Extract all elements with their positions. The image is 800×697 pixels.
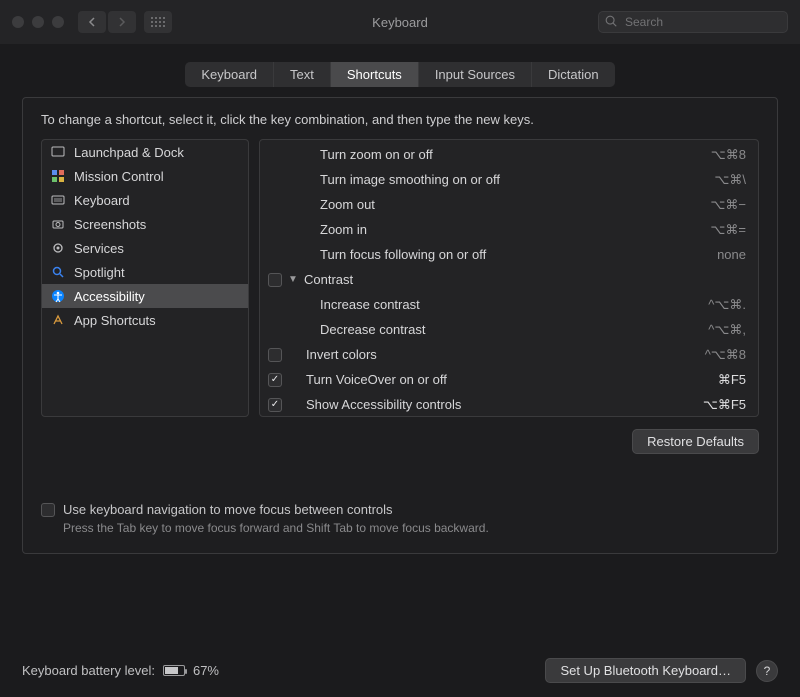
sidebar-item-label: Launchpad & Dock (74, 145, 184, 160)
shortcut-keys: none (717, 247, 746, 262)
keyboard-nav-label: Use keyboard navigation to move focus be… (63, 502, 393, 517)
traffic-lights (12, 16, 64, 28)
shortcut-row[interactable]: Turn zoom on or off⌥⌘8 (260, 142, 758, 167)
shortcut-label: Zoom out (316, 197, 710, 212)
search-icon (604, 14, 618, 28)
shortcut-keys: ⌥⌘− (710, 197, 746, 213)
setup-bluetooth-button[interactable]: Set Up Bluetooth Keyboard… (545, 658, 746, 683)
shortcut-checkbox[interactable] (268, 273, 282, 287)
screenshot-icon (50, 216, 66, 232)
shortcut-label: Zoom in (316, 222, 710, 237)
shortcut-row[interactable]: Turn VoiceOver on or off⌘F5 (260, 367, 758, 392)
tab-keyboard[interactable]: Keyboard (185, 62, 274, 87)
shortcut-keys: ⌥⌘= (710, 222, 746, 238)
shortcut-list[interactable]: Turn zoom on or off⌥⌘8Turn image smoothi… (259, 139, 759, 417)
shortcut-label: Show Accessibility controls (302, 397, 703, 412)
sidebar-item-app-shortcuts[interactable]: App Shortcuts (42, 308, 248, 332)
tab-input-sources[interactable]: Input Sources (419, 62, 532, 87)
battery-status: Keyboard battery level: 67% (22, 663, 219, 678)
shortcut-label: Turn image smoothing on or off (316, 172, 714, 187)
restore-defaults-button[interactable]: Restore Defaults (632, 429, 759, 454)
shortcut-label: Turn zoom on or off (316, 147, 711, 162)
shortcut-row[interactable]: Zoom in⌥⌘= (260, 217, 758, 242)
sidebar-item-spotlight[interactable]: Spotlight (42, 260, 248, 284)
sidebar-item-label: Accessibility (74, 289, 145, 304)
disclosure-triangle-icon[interactable]: ▼ (288, 274, 298, 285)
launchpad-icon (50, 144, 66, 160)
shortcut-label: Contrast (300, 272, 746, 287)
window-titlebar: Keyboard (0, 0, 800, 44)
shortcuts-pane: To change a shortcut, select it, click t… (22, 97, 778, 554)
shortcut-row[interactable]: Turn focus following on or offnone (260, 242, 758, 267)
shortcut-checkbox[interactable] (268, 348, 282, 362)
forward-button[interactable] (108, 11, 136, 33)
sidebar-item-label: Services (74, 241, 124, 256)
sidebar-item-keyboard[interactable]: Keyboard (42, 188, 248, 212)
sidebar-item-label: Spotlight (74, 265, 125, 280)
sidebar-item-label: App Shortcuts (74, 313, 156, 328)
tab-dictation[interactable]: Dictation (532, 62, 615, 87)
shortcut-keys: ⌥⌘F5 (703, 397, 746, 413)
keyboard-icon (50, 192, 66, 208)
shortcut-keys: ^⌥⌘8 (705, 347, 746, 363)
accessibility-icon (50, 288, 66, 304)
shortcut-checkbox[interactable] (268, 398, 282, 412)
shortcut-row[interactable]: Show Accessibility controls⌥⌘F5 (260, 392, 758, 417)
shortcut-keys: ⌥⌘8 (711, 147, 746, 163)
shortcut-row[interactable]: Increase contrast^⌥⌘. (260, 292, 758, 317)
category-sidebar[interactable]: Launchpad & Dock Mission Control Keyboard S… (41, 139, 249, 417)
shortcut-row[interactable]: Decrease contrast^⌥⌘, (260, 317, 758, 342)
shortcut-keys: ^⌥⌘, (708, 322, 746, 338)
app-icon (50, 312, 66, 328)
shortcut-keys: ^⌥⌘. (708, 297, 746, 313)
keyboard-nav-section: Use keyboard navigation to move focus be… (41, 502, 759, 535)
footer: Keyboard battery level: 67% Set Up Bluet… (0, 648, 800, 697)
shortcut-label: Turn focus following on or off (316, 247, 717, 262)
nav-buttons (78, 11, 136, 33)
battery-label: Keyboard battery level: (22, 663, 155, 678)
shortcut-label: Decrease contrast (316, 322, 708, 337)
sidebar-item-label: Screenshots (74, 217, 146, 232)
shortcut-label: Increase contrast (316, 297, 708, 312)
sidebar-item-label: Mission Control (74, 169, 164, 184)
minimize-window-button[interactable] (32, 16, 44, 28)
help-button[interactable]: ? (756, 660, 778, 682)
gear-icon (50, 240, 66, 256)
shortcut-row[interactable]: Turn image smoothing on or off⌥⌘\ (260, 167, 758, 192)
shortcut-row[interactable]: Invert colors^⌥⌘8 (260, 342, 758, 367)
shortcut-label: Turn VoiceOver on or off (302, 372, 718, 387)
sidebar-item-screenshots[interactable]: Screenshots (42, 212, 248, 236)
shortcut-checkbox[interactable] (268, 373, 282, 387)
tab-bar: KeyboardTextShortcutsInput SourcesDictat… (185, 62, 614, 87)
spotlight-icon (50, 264, 66, 280)
show-all-button[interactable] (144, 11, 172, 33)
shortcut-row[interactable]: ▼Contrast (260, 267, 758, 292)
shortcut-keys: ⌥⌘\ (714, 172, 746, 188)
sidebar-item-label: Keyboard (74, 193, 130, 208)
search-input[interactable] (598, 11, 788, 33)
sidebar-item-accessibility[interactable]: Accessibility (42, 284, 248, 308)
mission-icon (50, 168, 66, 184)
tabs-container: KeyboardTextShortcutsInput SourcesDictat… (0, 44, 800, 93)
search-field-wrap (598, 11, 788, 33)
tab-text[interactable]: Text (274, 62, 331, 87)
zoom-window-button[interactable] (52, 16, 64, 28)
sidebar-item-mission-control[interactable]: Mission Control (42, 164, 248, 188)
sidebar-item-services[interactable]: Services (42, 236, 248, 260)
keyboard-nav-checkbox[interactable] (41, 503, 55, 517)
shortcut-label: Invert colors (302, 347, 705, 362)
back-button[interactable] (78, 11, 106, 33)
shortcut-keys: ⌘F5 (718, 372, 746, 388)
keyboard-nav-subtext: Press the Tab key to move focus forward … (63, 521, 759, 535)
sidebar-item-launchpad-dock[interactable]: Launchpad & Dock (42, 140, 248, 164)
shortcut-row[interactable]: Zoom out⌥⌘− (260, 192, 758, 217)
battery-icon (163, 665, 185, 676)
battery-percent: 67% (193, 663, 219, 678)
instruction-text: To change a shortcut, select it, click t… (41, 112, 759, 127)
tab-shortcuts[interactable]: Shortcuts (331, 62, 419, 87)
close-window-button[interactable] (12, 16, 24, 28)
